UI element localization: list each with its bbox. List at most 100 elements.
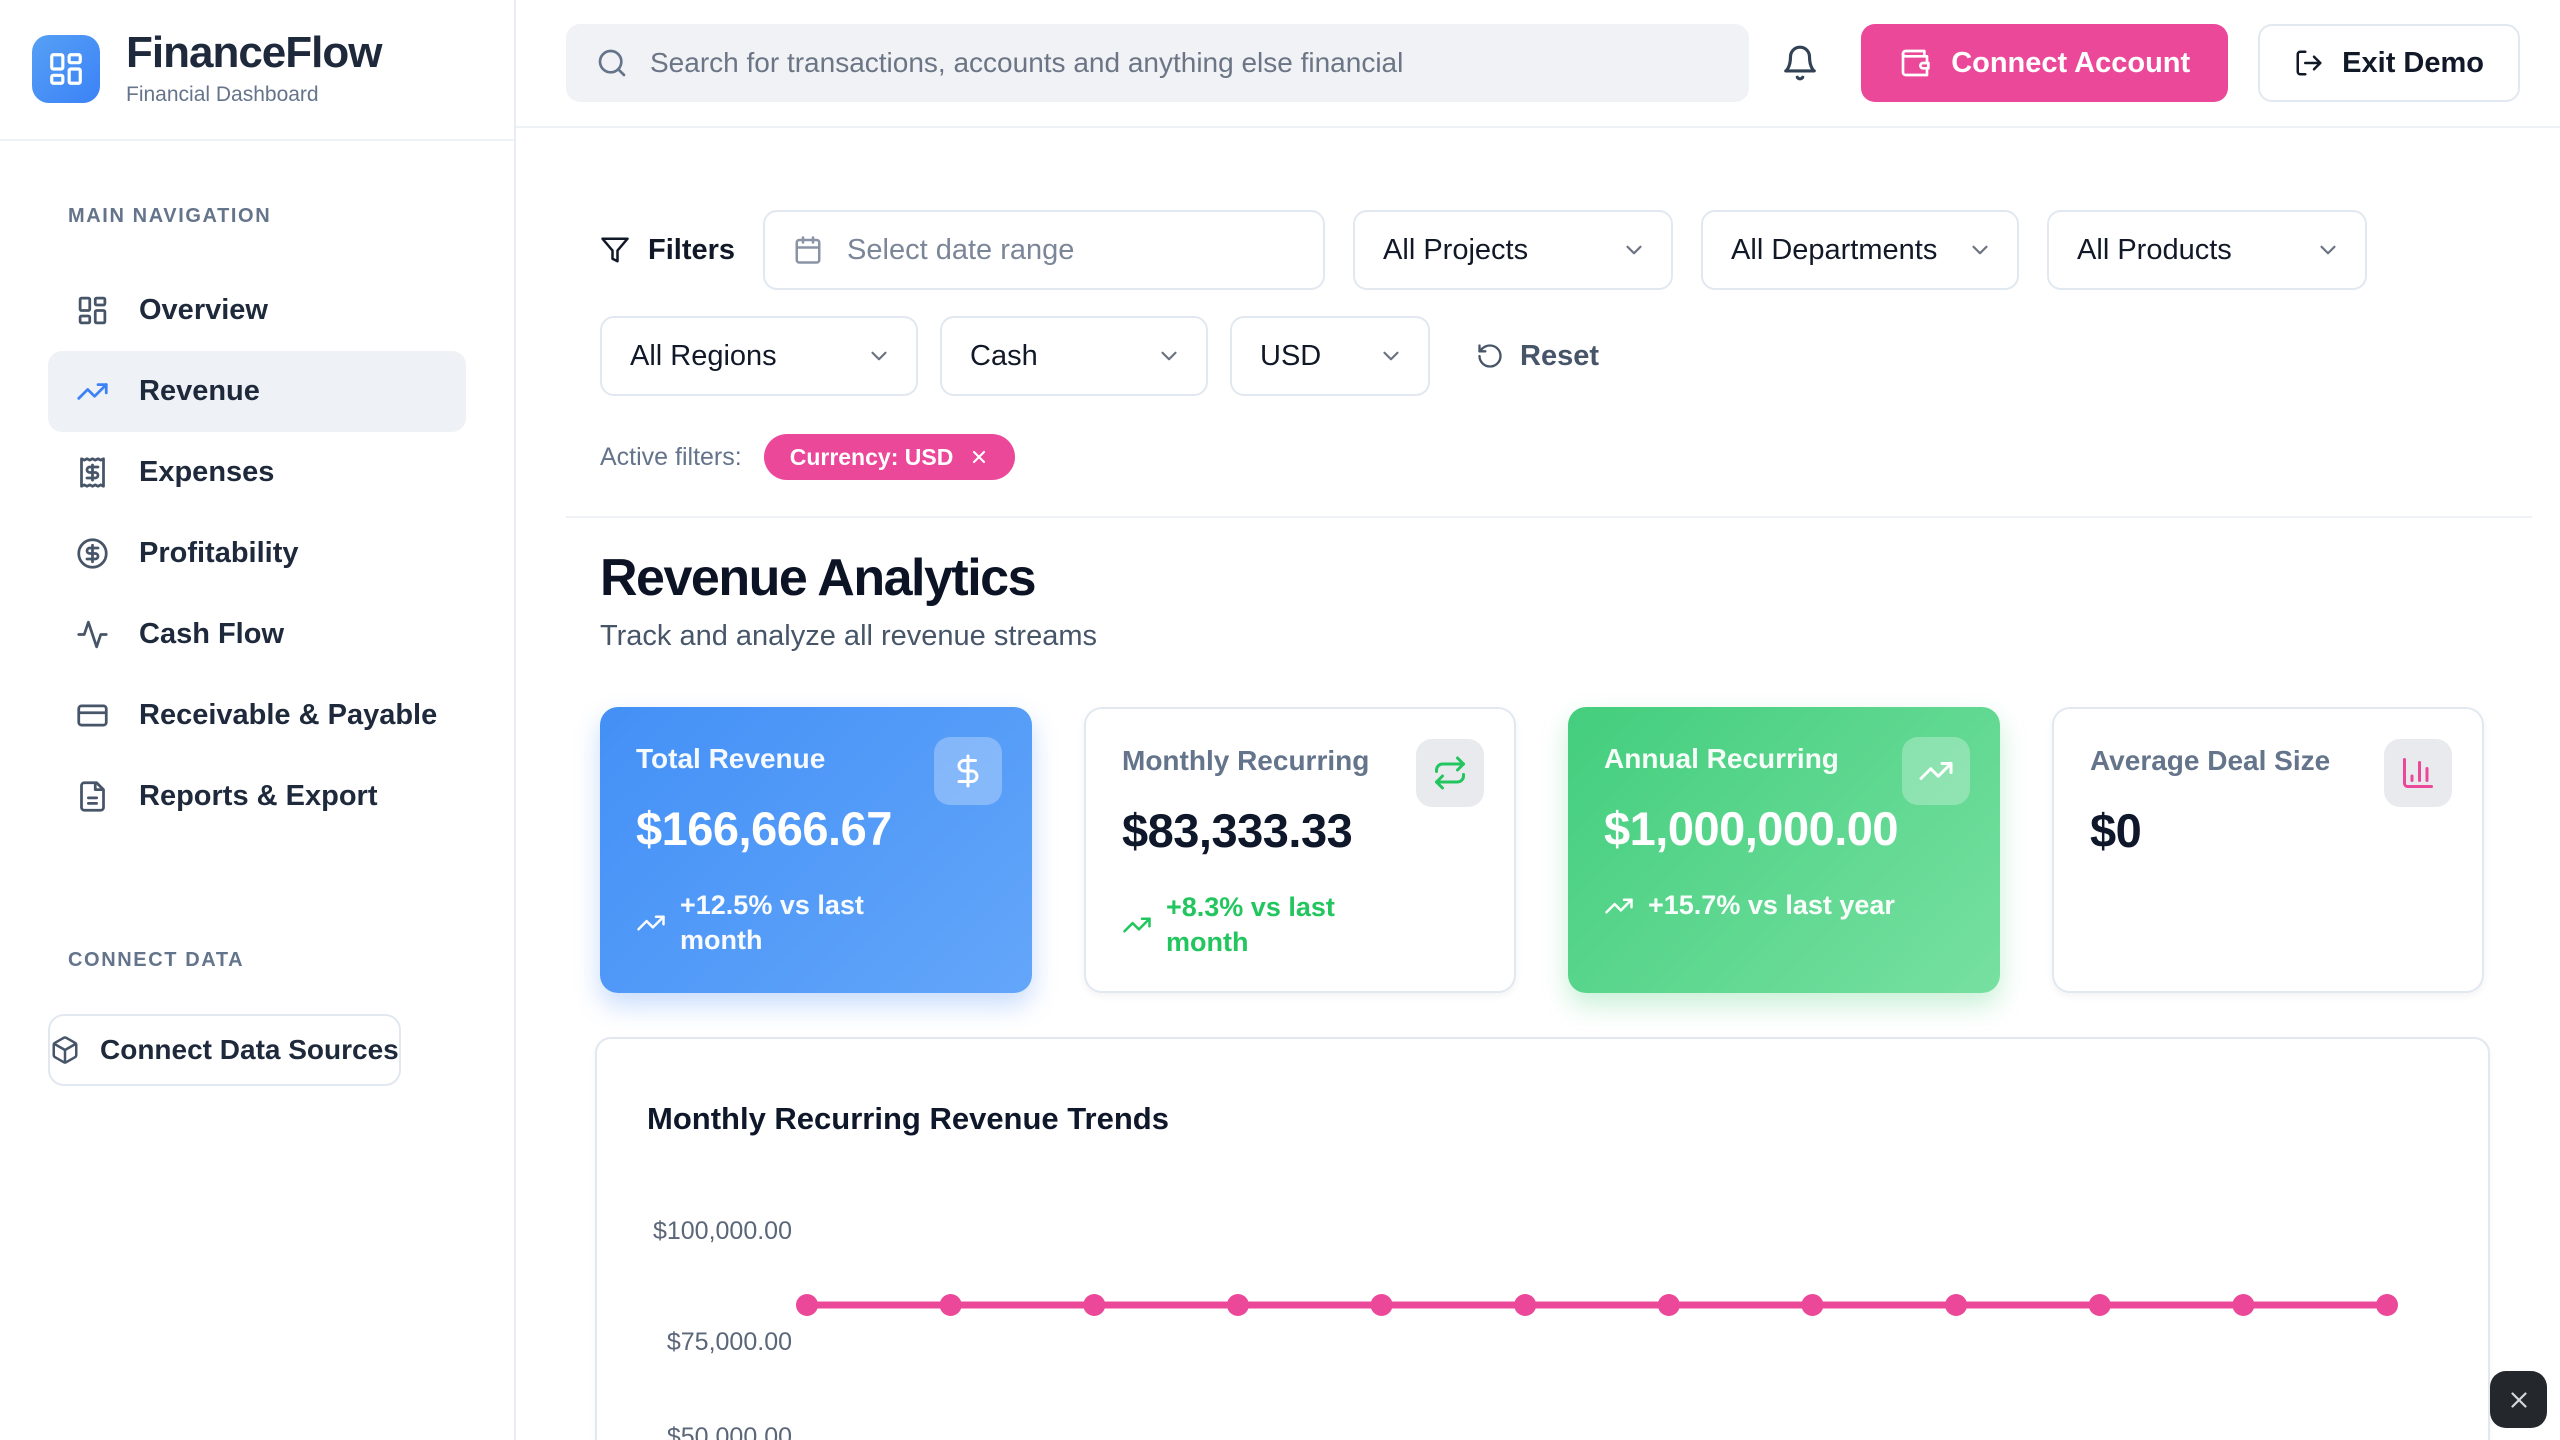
brand: FinanceFlow Financial Dashboard <box>0 0 514 141</box>
app-logo <box>32 35 100 103</box>
global-search[interactable] <box>566 24 1749 102</box>
accounting-basis-value: Cash <box>970 340 1038 373</box>
reset-filters-button[interactable]: Reset <box>1476 340 1599 373</box>
file-text-icon <box>76 780 109 813</box>
brand-text: FinanceFlow Financial Dashboard <box>126 30 381 107</box>
close-icon <box>2506 1387 2532 1413</box>
close-icon[interactable] <box>969 447 989 467</box>
products-dropdown-value: All Products <box>2077 234 2232 267</box>
connect-account-label: Connect Account <box>1951 47 2190 80</box>
active-filters-row: Active filters: Currency: USD <box>600 434 2530 480</box>
credit-card-icon <box>76 699 109 732</box>
stat-change-text: +12.5% vs last month <box>680 888 885 958</box>
stat-change-text: +15.7% vs last year <box>1648 888 1895 923</box>
sidebar-item-label: Profitability <box>139 537 299 570</box>
projects-dropdown[interactable]: All Projects <box>1353 210 1673 290</box>
trending-up-icon <box>1122 910 1152 940</box>
sidebar-item-profitability[interactable]: Profitability <box>48 513 466 594</box>
search-icon <box>596 47 628 79</box>
accounting-basis-dropdown[interactable]: Cash <box>940 316 1208 396</box>
filters-row-2: All Regions Cash USD Reset <box>600 316 2530 396</box>
stat-card-average-deal-size: Average Deal Size $0 <box>2052 707 2484 993</box>
notifications-bell-icon[interactable] <box>1781 44 1819 82</box>
section-divider <box>566 516 2532 518</box>
reset-label: Reset <box>1520 340 1599 373</box>
filters-row-1: Filters Select date range All Projects A… <box>600 210 2530 290</box>
stat-card-total-revenue: Total Revenue $166,666.67 +12.5% vs last… <box>600 707 1032 993</box>
connect-data-section-header: CONNECT DATA <box>68 949 514 972</box>
sidebar-item-overview[interactable]: Overview <box>48 270 466 351</box>
chevron-down-icon <box>1967 237 1993 263</box>
currency-dropdown[interactable]: USD <box>1230 316 1430 396</box>
departments-dropdown-value: All Departments <box>1731 234 1937 267</box>
receipt-icon <box>76 456 109 489</box>
activity-icon <box>76 618 109 651</box>
sidebar-item-label: Overview <box>139 294 268 327</box>
sidebar-item-expenses[interactable]: Expenses <box>48 432 466 513</box>
regions-dropdown[interactable]: All Regions <box>600 316 918 396</box>
stat-change-text: +8.3% vs last month <box>1166 890 1371 960</box>
sidebar-item-label: Receivable & Payable <box>139 699 437 732</box>
connect-data-sources-button[interactable]: Connect Data Sources <box>48 1014 401 1086</box>
circle-dollar-icon <box>76 537 109 570</box>
wallet-icon <box>1899 47 1931 79</box>
sidebar-item-revenue[interactable]: Revenue <box>48 351 466 432</box>
currency-dropdown-value: USD <box>1260 340 1321 373</box>
trending-up-icon <box>1902 737 1970 805</box>
layout-dashboard-icon <box>47 50 85 88</box>
stat-change: +8.3% vs last month <box>1122 890 1478 960</box>
stat-change: +12.5% vs last month <box>636 888 996 958</box>
close-overlay-button[interactable] <box>2490 1371 2547 1428</box>
stat-change: +15.7% vs last year <box>1604 888 1964 923</box>
products-dropdown[interactable]: All Products <box>2047 210 2367 290</box>
active-filter-chip-currency[interactable]: Currency: USD <box>764 434 1016 480</box>
date-range-placeholder: Select date range <box>847 234 1074 267</box>
sidebar-item-receivable-payable[interactable]: Receivable & Payable <box>48 675 466 756</box>
repeat-icon <box>1416 739 1484 807</box>
sidebar-item-label: Cash Flow <box>139 618 284 651</box>
sidebar-item-cash-flow[interactable]: Cash Flow <box>48 594 466 675</box>
log-out-icon <box>2294 48 2324 78</box>
stat-value: $166,666.67 <box>636 801 996 856</box>
y-axis-tick: $100,000.00 <box>642 1217 792 1246</box>
stat-card-monthly-recurring: Monthly Recurring $83,333.33 +8.3% vs la… <box>1084 707 1516 993</box>
exit-demo-button[interactable]: Exit Demo <box>2258 24 2520 102</box>
departments-dropdown[interactable]: All Departments <box>1701 210 2019 290</box>
dollar-icon <box>934 737 1002 805</box>
filters-title: Filters <box>600 234 735 267</box>
chevron-down-icon <box>1156 343 1182 369</box>
connect-account-button[interactable]: Connect Account <box>1861 24 2228 102</box>
chart-title: Monthly Recurring Revenue Trends <box>647 1101 2438 1137</box>
main-area: Connect Account Exit Demo Filters Select… <box>516 0 2560 1440</box>
trending-up-icon <box>636 908 666 938</box>
stat-card-annual-recurring: Annual Recurring $1,000,000.00 +15.7% vs… <box>1568 707 2000 993</box>
chevron-down-icon <box>2315 237 2341 263</box>
search-input[interactable] <box>650 47 1719 79</box>
filter-funnel-icon <box>600 235 630 265</box>
date-range-input[interactable]: Select date range <box>763 210 1325 290</box>
mrr-chart-plot <box>597 1039 2492 1440</box>
sidebar-item-reports-export[interactable]: Reports & Export <box>48 756 466 837</box>
filters-label: Filters <box>648 234 735 267</box>
sidebar-item-label: Expenses <box>139 456 274 489</box>
main-navigation: Overview Revenue Expenses Profitability … <box>0 270 514 837</box>
calendar-icon <box>793 235 823 265</box>
trending-up-icon <box>1604 891 1634 921</box>
sidebar-item-label: Revenue <box>139 375 260 408</box>
package-icon <box>50 1035 80 1065</box>
chevron-down-icon <box>866 343 892 369</box>
chevron-down-icon <box>1378 343 1404 369</box>
projects-dropdown-value: All Projects <box>1383 234 1528 267</box>
y-axis-tick: $50,000.00 <box>642 1423 792 1440</box>
regions-dropdown-value: All Regions <box>630 340 777 373</box>
page-title: Revenue Analytics <box>600 548 2530 608</box>
stat-value: $0 <box>2090 803 2446 858</box>
sidebar-item-label: Reports & Export <box>139 780 377 813</box>
stat-value: $1,000,000.00 <box>1604 801 1964 856</box>
content: Filters Select date range All Projects A… <box>516 128 2560 1440</box>
sidebar: FinanceFlow Financial Dashboard MAIN NAV… <box>0 0 516 1440</box>
layout-dashboard-icon <box>76 294 109 327</box>
mrr-trends-chart-card: Monthly Recurring Revenue Trends $100,00… <box>595 1037 2490 1440</box>
chip-label: Currency: USD <box>790 444 954 471</box>
active-filters-label: Active filters: <box>600 443 742 472</box>
